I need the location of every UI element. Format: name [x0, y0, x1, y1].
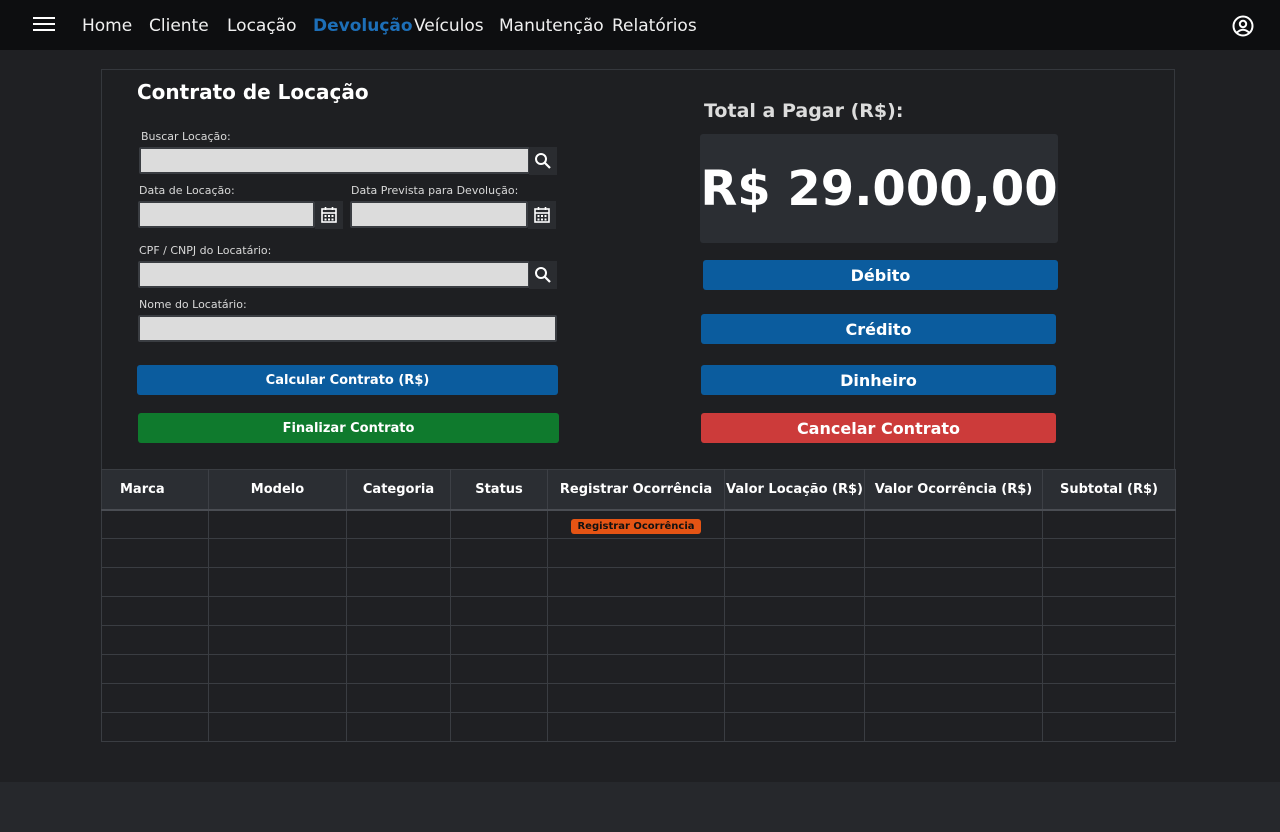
nav-relatorios[interactable]: Relatórios: [612, 16, 697, 36]
nome-locatario-input[interactable]: [138, 315, 557, 342]
table-cell: [101, 509, 209, 539]
footer: [0, 782, 1280, 832]
nav-veiculos[interactable]: Veículos: [414, 16, 484, 36]
search-icon[interactable]: [529, 147, 557, 175]
registrar-ocorrencia-button[interactable]: Registrar Ocorrência: [571, 519, 701, 535]
data-locacao-input[interactable]: [138, 201, 315, 228]
cpf-cnpj-label: CPF / CNPJ do Locatário:: [139, 244, 272, 257]
top-navbar: Home Cliente Locação Devolução Veículos …: [0, 0, 1280, 50]
page-title: Contrato de Locação: [137, 80, 369, 104]
column-header-categoria: Categoria: [346, 469, 451, 511]
table-row: [101, 625, 1176, 655]
column-header-subtotal: Subtotal (R$): [1042, 469, 1176, 511]
table-cell: [346, 509, 451, 539]
search-icon[interactable]: [529, 261, 557, 289]
cancelar-contrato-button[interactable]: Cancelar Contrato: [701, 413, 1056, 443]
dinheiro-button[interactable]: Dinheiro: [701, 365, 1056, 395]
column-header-marca: Marca: [101, 469, 209, 511]
data-prevista-input[interactable]: [350, 201, 528, 228]
debito-button[interactable]: Débito: [703, 260, 1058, 290]
vehicles-table: Marca Modelo Categoria Status Registrar …: [101, 469, 1176, 742]
nome-locatario-label: Nome do Locatário:: [139, 298, 247, 311]
table-header-row: Marca Modelo Categoria Status Registrar …: [101, 469, 1176, 511]
nav-devolucao[interactable]: Devolução: [313, 16, 413, 36]
finalizar-contrato-button[interactable]: Finalizar Contrato: [138, 413, 559, 443]
table-cell: [1042, 509, 1176, 539]
table-row: [101, 654, 1176, 684]
total-display: R$ 29.000,00: [700, 134, 1058, 243]
table-row: [101, 596, 1176, 626]
buscar-locacao-label: Buscar Locação:: [141, 130, 231, 143]
table-row: [101, 712, 1176, 742]
data-locacao-label: Data de Locação:: [139, 184, 235, 197]
calendar-icon[interactable]: [315, 201, 343, 229]
calcular-contrato-button[interactable]: Calcular Contrato (R$): [137, 365, 558, 395]
column-header-status: Status: [450, 469, 548, 511]
table-cell: [724, 509, 865, 539]
table-row: [101, 567, 1176, 597]
table-row: [101, 538, 1176, 568]
credito-button[interactable]: Crédito: [701, 314, 1056, 344]
total-value: R$ 29.000,00: [700, 160, 1058, 217]
calendar-icon[interactable]: [528, 201, 556, 229]
column-header-valor-ocorrencia: Valor Ocorrência (R$): [864, 469, 1043, 511]
buscar-locacao-input[interactable]: [139, 147, 530, 174]
cpf-cnpj-input[interactable]: [138, 261, 530, 288]
nav-cliente[interactable]: Cliente: [149, 16, 209, 36]
table-row: [101, 683, 1176, 713]
nav-manutencao[interactable]: Manutenção: [499, 16, 604, 36]
column-header-modelo: Modelo: [208, 469, 347, 511]
table-cell: [450, 509, 548, 539]
table-cell: [864, 509, 1043, 539]
table-cell: [208, 509, 347, 539]
data-prevista-label: Data Prevista para Devolução:: [351, 184, 519, 197]
account-circle-icon[interactable]: [1232, 15, 1254, 37]
nav-locacao[interactable]: Locação: [227, 16, 297, 36]
nav-home[interactable]: Home: [82, 16, 132, 36]
table-cell: Registrar Ocorrência: [547, 509, 725, 539]
column-header-valor-locacao: Valor Locação (R$): [724, 469, 865, 511]
total-a-pagar-label: Total a Pagar (R$):: [704, 100, 904, 122]
menu-icon[interactable]: [33, 17, 55, 33]
column-header-registrar-ocorrencia: Registrar Ocorrência: [547, 469, 725, 511]
table-row: Registrar Ocorrência: [101, 509, 1176, 539]
